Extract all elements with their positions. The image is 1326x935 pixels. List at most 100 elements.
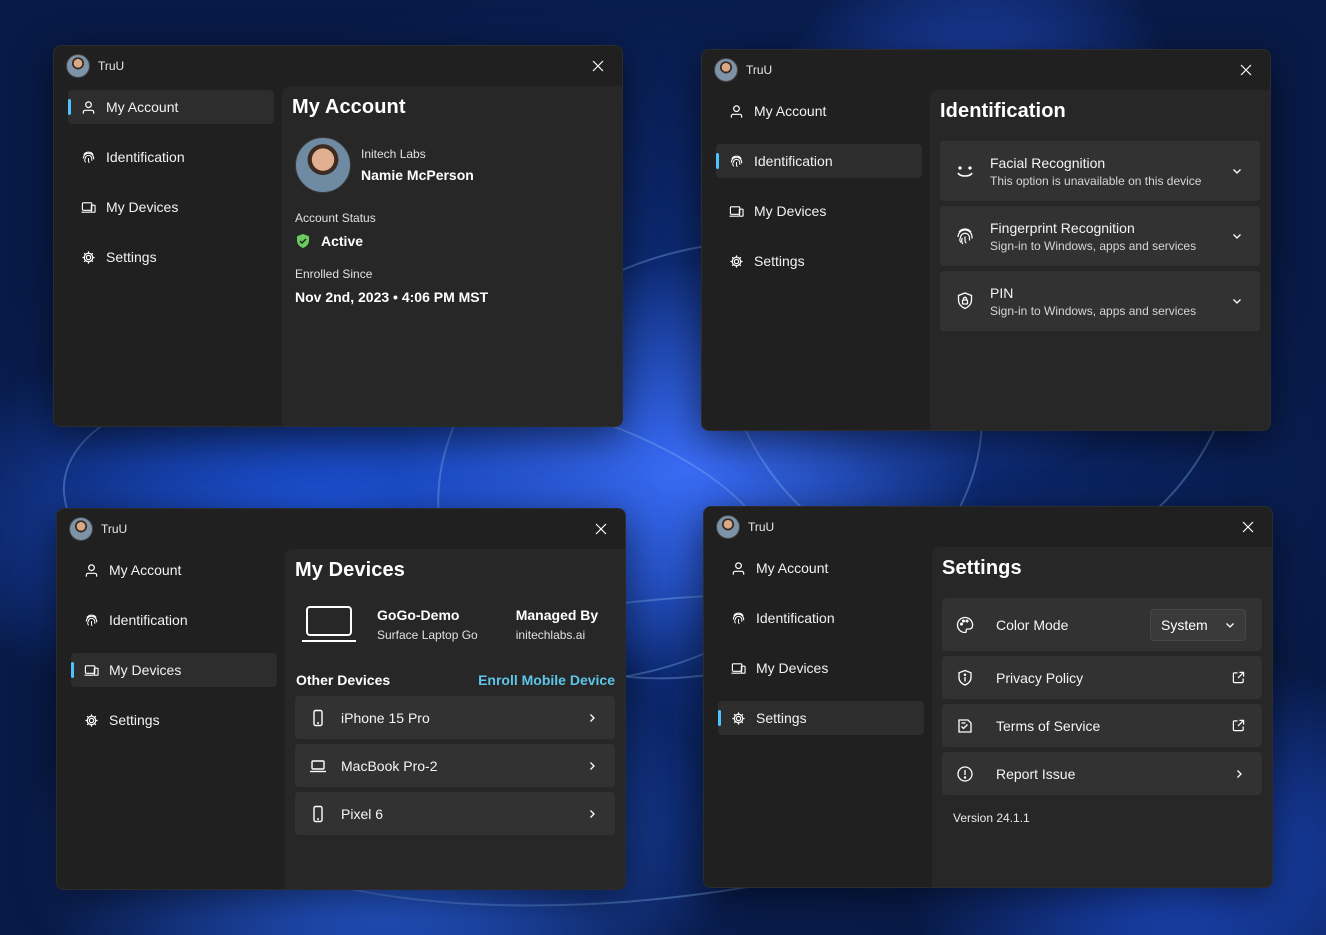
palette-icon [956,616,974,634]
sidebar-item-label: My Devices [756,660,829,676]
color-mode-select[interactable]: System [1150,608,1246,641]
sidebar-item-my-devices[interactable]: My Devices [68,190,274,224]
other-devices-heading: Other Devices [296,672,391,688]
report-issue-row[interactable]: Report Issue [942,752,1262,795]
titlebar: TruU [54,46,622,86]
chevron-down-icon [1232,295,1244,307]
sidebar-item-settings[interactable]: Settings [68,240,274,274]
gear-icon [80,249,96,265]
enrolled-since-label: Enrolled Since [295,267,373,281]
avatar [714,58,738,82]
pin-card[interactable]: PIN Sign-in to Windows, apps and service… [940,271,1260,331]
avatar [69,517,93,541]
sidebar-item-my-account[interactable]: My Account [718,551,924,585]
chevron-down-icon [1232,230,1244,242]
sidebar-item-label: Identification [754,153,833,169]
sidebar-item-identification[interactable]: Identification [716,144,922,178]
device-name: iPhone 15 Pro [341,709,430,726]
sidebar-item-settings[interactable]: Settings [718,701,924,735]
profile-avatar [295,137,351,193]
avatar [66,54,90,78]
window-settings: TruU My Account Identification My Device… [703,506,1273,888]
card-subtitle: Sign-in to Windows, apps and services [990,303,1197,318]
laptop-icon [309,757,327,775]
sidebar-item-label: My Account [756,560,829,576]
sidebar-item-label: Settings [106,249,157,265]
laptop-icon [302,606,356,642]
window-identification: TruU My Account Identification My Device… [701,49,1271,431]
device-name: MacBook Pro-2 [341,757,438,774]
chevron-down-icon [1232,165,1244,177]
app-name: TruU [746,63,773,77]
sidebar-item-label: My Devices [106,199,179,215]
sidebar-item-my-account[interactable]: My Account [68,90,274,124]
page-title: Identification [940,100,1066,122]
sidebar-item-my-account[interactable]: My Account [716,94,922,128]
window-my-account: TruU My Account Identification My Device… [53,45,623,427]
document-sign-icon [956,717,974,735]
fingerprint-icon [728,153,744,169]
other-device-row[interactable]: iPhone 15 Pro [295,696,615,739]
sidebar-item-label: My Account [754,103,827,119]
sidebar-item-label: My Account [109,562,182,578]
facial-recognition-card[interactable]: Facial Recognition This option is unavai… [940,141,1260,201]
sidebar-item-identification[interactable]: Identification [71,603,277,637]
account-status-label: Account Status [295,211,376,225]
fingerprint-icon [80,149,96,165]
close-button[interactable] [1238,517,1258,537]
enrolled-since-value: Nov 2nd, 2023 • 4:06 PM MST [295,289,489,305]
device-name: Pixel 6 [341,805,384,822]
device-model: Surface Laptop Go [377,627,478,642]
titlebar: TruU [57,509,625,549]
device-name: GoGo-Demo [377,606,460,623]
close-button[interactable] [1236,60,1256,80]
shield-info-icon [956,669,974,687]
phone-icon [309,709,327,727]
content-pane: My Devices GoGo-Demo Surface Laptop Go M… [285,549,625,889]
organization-name: Initech Labs [361,147,426,161]
chevron-right-icon [587,808,599,820]
chevron-right-icon [587,760,599,772]
person-icon [83,562,99,578]
other-device-row[interactable]: Pixel 6 [295,792,615,835]
sidebar-item-my-devices[interactable]: My Devices [716,194,922,228]
sidebar-item-settings[interactable]: Settings [71,703,277,737]
other-device-row[interactable]: MacBook Pro-2 [295,744,615,787]
close-button[interactable] [591,519,611,539]
close-icon [1242,521,1254,533]
current-device: GoGo-Demo Surface Laptop Go Managed By i… [301,604,615,644]
managed-by-value: initechlabs.ai [515,627,586,642]
privacy-policy-row[interactable]: Privacy Policy [942,656,1262,699]
terms-of-service-row[interactable]: Terms of Service [942,704,1262,747]
sidebar: My Account Identification My Devices Set… [57,549,285,889]
fingerprint-recognition-card[interactable]: Fingerprint Recognition Sign-in to Windo… [940,206,1260,266]
open-external-icon [1232,719,1246,733]
pin-shield-icon [954,290,976,312]
alert-circle-icon [956,765,974,783]
devices-icon [83,662,99,678]
sidebar-item-identification[interactable]: Identification [718,601,924,635]
sidebar-item-identification[interactable]: Identification [68,140,274,174]
close-button[interactable] [588,56,608,76]
content-pane: My Account Initech Labs Namie McPerson A… [282,86,622,426]
card-title: Fingerprint Recognition [990,219,1135,236]
sidebar-item-settings[interactable]: Settings [716,244,922,278]
sidebar-item-label: Settings [109,712,160,728]
user-name: Namie McPerson [361,167,474,183]
close-icon [592,60,604,72]
version-label: Version 24.1.1 [953,811,1030,825]
page-title: Settings [942,557,1022,579]
enroll-mobile-device-link[interactable]: Enroll Mobile Device [478,672,615,688]
sidebar-item-label: Identification [756,610,835,626]
sidebar-item-label: My Account [106,99,179,115]
sidebar-item-my-devices[interactable]: My Devices [71,653,277,687]
sidebar-item-label: Settings [754,253,805,269]
sidebar-item-my-devices[interactable]: My Devices [718,651,924,685]
sidebar-item-my-account[interactable]: My Account [71,553,277,587]
page-title: My Devices [295,559,405,581]
face-icon [954,160,976,182]
chevron-down-icon [1226,622,1234,628]
sidebar-item-label: My Devices [754,203,827,219]
window-my-devices: TruU My Account Identification My Device… [56,508,626,890]
person-icon [730,560,746,576]
